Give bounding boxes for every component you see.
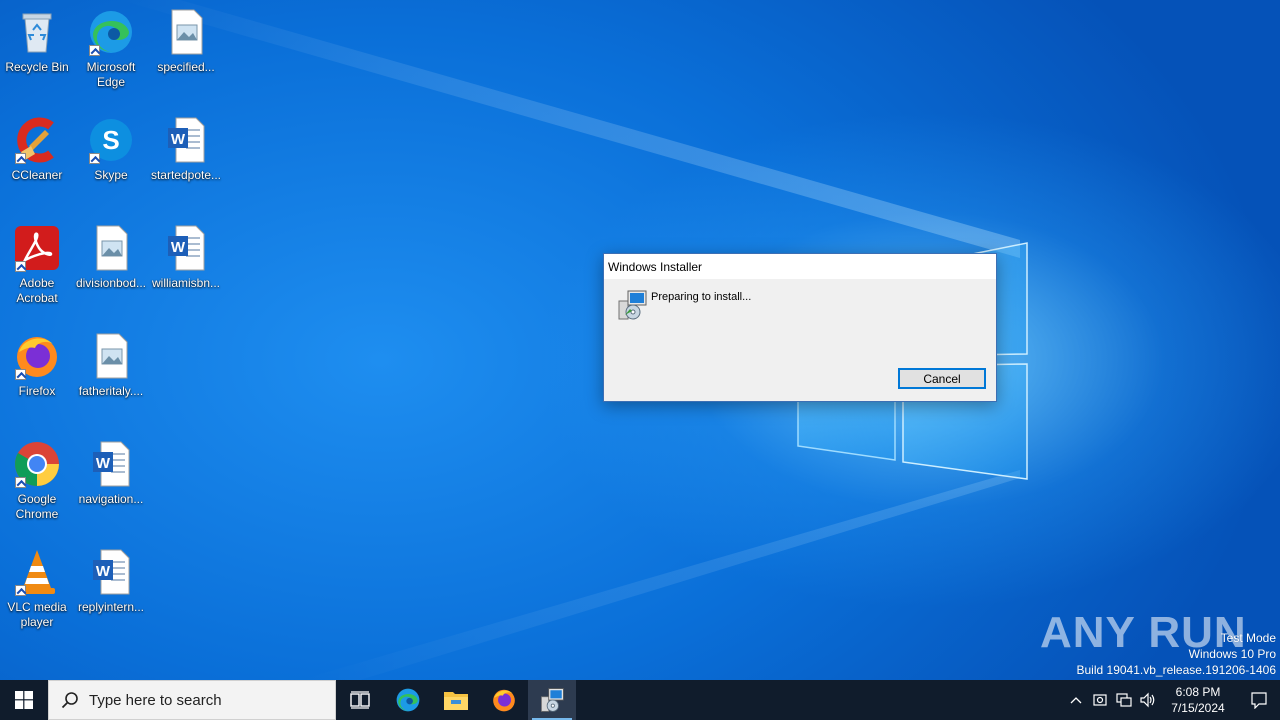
installer-icon	[541, 688, 564, 712]
svg-text:W: W	[171, 131, 186, 148]
file-explorer-icon	[444, 692, 468, 710]
desktop-icon-label: VLC media player	[7, 600, 67, 629]
desktop-icon-divisionbod[interactable]: divisionbod...	[73, 224, 149, 291]
desktop-icon-label: navigation...	[78, 492, 144, 506]
desktop-icon-adobe-acrobat[interactable]: Adobe Acrobat	[0, 224, 75, 306]
desktop-icon-label: CCleaner	[11, 168, 63, 182]
edge-icon	[396, 688, 420, 712]
desktop-icon-label: fatheritaly....	[78, 384, 144, 398]
desktop-icon-williamisbn[interactable]: W williamisbn...	[148, 224, 224, 291]
desktop-icon-replyintern[interactable]: W replyintern...	[73, 548, 149, 615]
edge-icon	[87, 8, 135, 56]
system-tray: 6:08 PM 7/15/2024	[1064, 680, 1280, 720]
image-file-icon	[87, 332, 135, 380]
taskbar-app-file-explorer[interactable]	[432, 680, 480, 720]
shortcut-arrow-icon	[15, 477, 26, 488]
tray-network-button[interactable]	[1112, 680, 1136, 720]
dialog-body: Preparing to install... Cancel	[604, 279, 996, 401]
edition-text: Windows 10 Pro	[1188, 647, 1276, 661]
clock-date: 7/15/2024	[1171, 701, 1225, 715]
desktop-icon-skype[interactable]: S Skype	[73, 116, 149, 183]
desktop-icon-firefox[interactable]: Firefox	[0, 332, 75, 399]
desktop-icon-recycle-bin[interactable]: Recycle Bin	[0, 8, 75, 75]
test-mode-text: Test Mode	[1220, 631, 1276, 645]
svg-text:S: S	[102, 125, 119, 155]
desktop-icon-google-chrome[interactable]: Google Chrome	[0, 440, 75, 522]
shortcut-arrow-icon	[15, 261, 26, 272]
desktop-icon-label: Adobe Acrobat	[16, 276, 58, 305]
desktop-icon-label: williamisbn...	[151, 276, 220, 290]
taskbar-search-box[interactable]	[48, 680, 336, 720]
svg-text:W: W	[96, 455, 111, 472]
desktop-icon-ccleaner[interactable]: CCleaner	[0, 116, 75, 183]
windows-edition-watermark: Test Mode Windows 10 Pro Build 19041.vb_…	[1077, 630, 1277, 678]
volume-icon	[1140, 692, 1155, 708]
desktop-icon-label: Google Chrome	[15, 492, 59, 521]
desktop-icon-startedpote[interactable]: W startedpote...	[148, 116, 224, 183]
dialog-title: Windows Installer	[604, 254, 996, 279]
network-icon	[1116, 693, 1132, 707]
desktop-icon-microsoft-edge[interactable]: Microsoft Edge	[73, 8, 149, 90]
desktop-icon-vlc-media-player[interactable]: VLC media player	[0, 548, 75, 630]
taskbar-clock[interactable]: 6:08 PM 7/15/2024	[1166, 684, 1230, 716]
start-button[interactable]	[0, 680, 48, 720]
desktop-icon-fatheritaly[interactable]: fatheritaly....	[73, 332, 149, 399]
ccleaner-icon	[13, 116, 61, 164]
chevron-up-icon	[1070, 697, 1082, 704]
shortcut-arrow-icon	[89, 45, 100, 56]
dialog-message: Preparing to install...	[651, 291, 752, 303]
desktop-icon-label: Skype	[94, 168, 128, 182]
windows-start-icon	[15, 691, 33, 709]
notification-icon	[1251, 692, 1267, 709]
chrome-icon	[13, 440, 61, 488]
recycle-bin-icon	[13, 8, 61, 56]
word-document-icon: W	[162, 224, 210, 272]
skype-icon: S	[87, 116, 135, 164]
desktop-icon-label: Firefox	[18, 384, 56, 398]
build-text: Build 19041.vb_release.191206-1406	[1076, 663, 1277, 677]
taskbar-app-windows-installer[interactable]	[528, 680, 576, 720]
search-input[interactable]	[89, 691, 309, 709]
taskbar-app-firefox[interactable]	[480, 680, 528, 720]
firefox-icon	[493, 689, 515, 712]
word-document-icon: W	[162, 116, 210, 164]
word-document-icon: W	[87, 440, 135, 488]
taskbar: 6:08 PM 7/15/2024	[0, 680, 1280, 720]
cancel-button[interactable]: Cancel	[898, 368, 986, 389]
tray-volume-button[interactable]	[1136, 680, 1160, 720]
word-document-icon: W	[87, 548, 135, 596]
desktop-icon-label: specified...	[157, 60, 215, 74]
task-view-button[interactable]	[336, 680, 384, 720]
defender-icon	[1093, 694, 1107, 706]
svg-text:W: W	[171, 239, 186, 256]
shortcut-arrow-icon	[15, 153, 26, 164]
task-view-icon	[350, 691, 370, 709]
desktop-icon-label: Recycle Bin	[5, 60, 69, 74]
desktop-icon-navigation[interactable]: W navigation...	[73, 440, 149, 507]
windows-installer-dialog[interactable]: Windows Installer Preparing to install..…	[603, 253, 997, 402]
tray-defender-button[interactable]	[1088, 680, 1112, 720]
desktop-icon-label: Microsoft Edge	[86, 60, 136, 89]
desktop-icon-label: replyintern...	[77, 600, 145, 614]
taskbar-app-edge[interactable]	[384, 680, 432, 720]
svg-text:W: W	[96, 563, 111, 580]
shortcut-arrow-icon	[15, 369, 26, 380]
action-center-button[interactable]	[1238, 680, 1280, 720]
show-hidden-icons-button[interactable]	[1064, 680, 1088, 720]
clock-time: 6:08 PM	[1175, 685, 1221, 699]
image-file-icon	[87, 224, 135, 272]
vlc-icon	[13, 548, 61, 596]
installer-setup-icon	[616, 289, 648, 321]
acrobat-icon	[13, 224, 61, 272]
shortcut-arrow-icon	[15, 585, 26, 596]
desktop-icon-specified[interactable]: specified...	[148, 8, 224, 75]
image-file-icon	[162, 8, 210, 56]
shortcut-arrow-icon	[89, 153, 100, 164]
desktop-icon-label: startedpote...	[150, 168, 222, 182]
desktop-icon-label: divisionbod...	[75, 276, 147, 290]
search-icon	[61, 692, 78, 709]
firefox-icon	[13, 332, 61, 380]
